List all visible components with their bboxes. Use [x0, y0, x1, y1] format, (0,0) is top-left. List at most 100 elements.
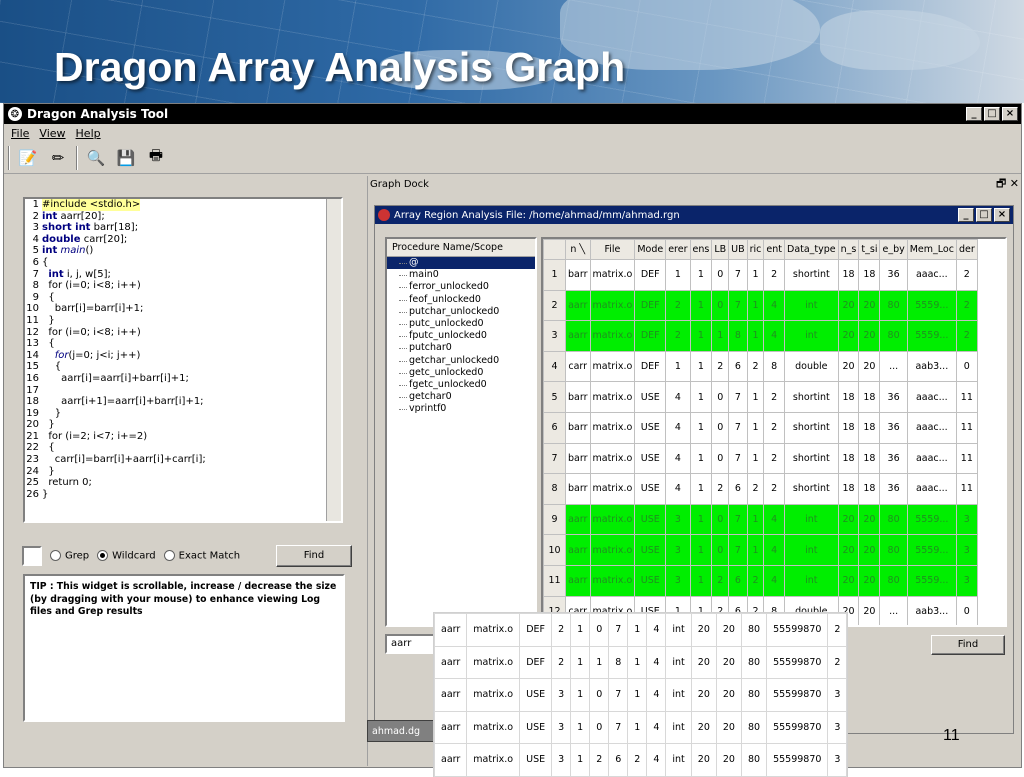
code-scrollbar[interactable] — [326, 199, 341, 521]
procedure-item[interactable]: vprintf0 — [387, 403, 535, 415]
code-line: 21 for (i=2; i<7; i+=2) — [26, 430, 148, 442]
column-header[interactable]: n ╲ — [565, 239, 591, 260]
table-cell: 1 — [689, 411, 713, 444]
table-row[interactable]: 11 aarr matrix.o USE 3 1 2 6 2 4 int 20 20 80 5559... 3 — [543, 564, 978, 597]
close-button[interactable]: × — [1002, 107, 1018, 121]
row-number: 7 — [543, 442, 566, 475]
column-header[interactable]: LB — [711, 239, 730, 260]
search-input[interactable] — [22, 546, 42, 566]
column-header[interactable]: der — [955, 239, 978, 260]
slide-title: Dragon Array Analysis Graph — [54, 44, 626, 90]
column-header[interactable]: erer — [665, 239, 691, 260]
inner-minimize-button[interactable]: _ — [958, 208, 974, 222]
code-viewer[interactable]: 1 #include <stdio.h> 2 int aarr[20]; 3 short … — [23, 197, 343, 523]
overlay-cell: 1 — [589, 645, 610, 679]
table-cell: 7 — [728, 259, 748, 291]
column-header[interactable]: Data_type — [784, 239, 839, 260]
column-header[interactable]: ric — [746, 239, 765, 260]
code-line: 11 } — [26, 314, 55, 326]
procedure-item[interactable]: putchar_unlocked0 — [387, 306, 535, 318]
procedure-item[interactable]: ferror_unlocked0 — [387, 281, 535, 293]
table-cell: 18 — [858, 411, 881, 444]
inner-close-button[interactable]: × — [994, 208, 1010, 222]
table-cell: 20 — [858, 564, 881, 597]
dock-controls[interactable]: 🗗 ✕ — [996, 175, 1023, 194]
overlay-cell: 20 — [690, 613, 717, 647]
procedure-item[interactable]: fgetc_unlocked0 — [387, 379, 535, 391]
column-header[interactable]: ens — [689, 239, 713, 260]
column-header[interactable]: File — [589, 239, 636, 260]
overlay-row: aarr matrix.o DEF 2 1 0 7 1 4 int 20 20 80 55599870 2 — [433, 613, 848, 647]
grid-find-button[interactable]: Find — [931, 635, 1005, 655]
grep-radio[interactable]: Grep — [50, 550, 89, 562]
find-button[interactable]: Find — [276, 545, 352, 567]
menu-help[interactable]: Help — [76, 127, 101, 140]
procedure-item[interactable]: putc_unlocked0 — [387, 318, 535, 330]
table-cell: 2 — [763, 473, 785, 505]
table-cell: USE — [634, 381, 667, 413]
left-panel: 1 #include <stdio.h> 2 int aarr[20]; 3 short … — [4, 176, 366, 766]
column-header[interactable]: t_si — [858, 239, 881, 260]
taskbar-button[interactable]: ahmad.dg — [367, 720, 437, 742]
menu-file[interactable]: File — [11, 127, 29, 140]
column-header[interactable]: Mem_Loc — [906, 239, 957, 260]
overlay-cell: DEF — [519, 613, 553, 647]
exact-match-radio[interactable]: Exact Match — [163, 550, 240, 562]
inner-maximize-button[interactable]: □ — [976, 208, 992, 222]
overlay-cell: 55599870 — [766, 613, 829, 647]
overlay-cell: 20 — [690, 645, 717, 679]
edit-icon[interactable]: 📝 — [16, 147, 40, 169]
tip-text[interactable]: TIP : This widget is scrollable, increas… — [23, 574, 345, 722]
save-icon[interactable]: 💾 — [114, 147, 138, 169]
table-row[interactable]: 3 aarr matrix.o DEF 2 1 1 8 1 4 int 20 20 80 5559... 2 — [543, 320, 978, 352]
minimize-button[interactable]: _ — [966, 107, 982, 121]
table-cell: 4 — [763, 289, 785, 322]
column-header[interactable]: Mode — [634, 239, 667, 260]
table-cell: 80 — [879, 564, 908, 597]
overlay-cell: 20 — [690, 710, 717, 744]
table-cell: 1 — [689, 442, 713, 475]
table-cell: shortint — [784, 442, 839, 475]
column-header[interactable]: e_by — [879, 239, 908, 260]
table-row[interactable]: 10 aarr matrix.o USE 3 1 0 7 1 4 int 20 20 80 5559... 3 — [543, 534, 978, 566]
overlay-cell: 55599870 — [766, 678, 829, 712]
table-row[interactable]: 2 aarr matrix.o DEF 2 1 0 7 1 4 int 20 20 80 5559... 2 — [543, 289, 978, 322]
procedure-tree[interactable]: Procedure Name/Scope @ main0 ferror_unlock… — [385, 237, 537, 627]
slide-banner: Dragon Array Analysis Graph — [0, 0, 1024, 103]
app-icon — [378, 209, 390, 221]
table-cell: 1 — [746, 320, 765, 352]
table-row[interactable]: 4 carr matrix.o DEF 1 1 2 6 2 8 double 20 20... aab3.… — [543, 350, 978, 383]
procedure-item[interactable]: putchar0 — [387, 342, 535, 354]
table-row[interactable]: 7 barr matrix.o USE 4 1 0 7 1 2 shortint 18 18 36 aaac… — [543, 442, 978, 475]
pencil-icon[interactable]: ✏ — [46, 147, 70, 169]
table-row[interactable]: 8 barr matrix.o USE 4 1 2 6 2 2 shortint 18 18 36 aaac… — [543, 473, 978, 505]
table-row[interactable]: 1 barr matrix.o DEF 1 1 0 7 1 2 shortint 18 18 36 aaac… — [543, 259, 978, 291]
table-cell: 5559... — [906, 534, 957, 566]
procedure-item[interactable]: getc_unlocked0 — [387, 367, 535, 379]
maximize-button[interactable]: □ — [984, 107, 1000, 121]
print-icon[interactable]: 🖶 — [144, 146, 168, 169]
procedure-item[interactable]: main0 — [387, 269, 535, 281]
table-row[interactable]: 5 barr matrix.o USE 4 1 0 7 1 2 shortint 18 18 36 aaac… — [543, 381, 978, 413]
overlay-cell: 2 — [827, 613, 848, 647]
code-line: 3 short int barr[18]; — [32, 222, 139, 234]
table-cell: 0 — [711, 289, 730, 322]
table-cell: USE — [634, 473, 667, 505]
column-header[interactable]: n_s — [837, 239, 860, 260]
procedure-item[interactable]: @ — [387, 257, 535, 270]
overlay-cell: 6 — [608, 743, 629, 777]
wildcard-radio[interactable]: Wildcard — [97, 550, 156, 562]
column-header[interactable]: ent — [763, 239, 785, 260]
column-header[interactable]: UB — [728, 239, 748, 260]
table-row[interactable]: 6 barr matrix.o USE 4 1 0 7 1 2 shortint 18 18 36 aaac… — [543, 411, 978, 444]
procedure-item[interactable]: getchar0 — [387, 391, 535, 403]
search-icon[interactable]: 🔍 — [84, 147, 108, 169]
table-row[interactable]: 9 aarr matrix.o USE 3 1 0 7 1 4 int 20 20 80 5559... 3 — [543, 503, 978, 536]
table-cell: 20 — [858, 534, 881, 566]
array-grid[interactable]: n ╲ File Mode erer ens LB UB ric ent Data_type n_s… — [541, 237, 1007, 627]
code-line: 6{ — [32, 256, 49, 268]
procedure-item[interactable]: fputc_unlocked0 — [387, 330, 535, 342]
menu-view[interactable]: View — [39, 127, 65, 140]
procedure-item[interactable]: getchar_unlocked0 — [387, 355, 535, 367]
procedure-item[interactable]: feof_unlocked0 — [387, 294, 535, 306]
